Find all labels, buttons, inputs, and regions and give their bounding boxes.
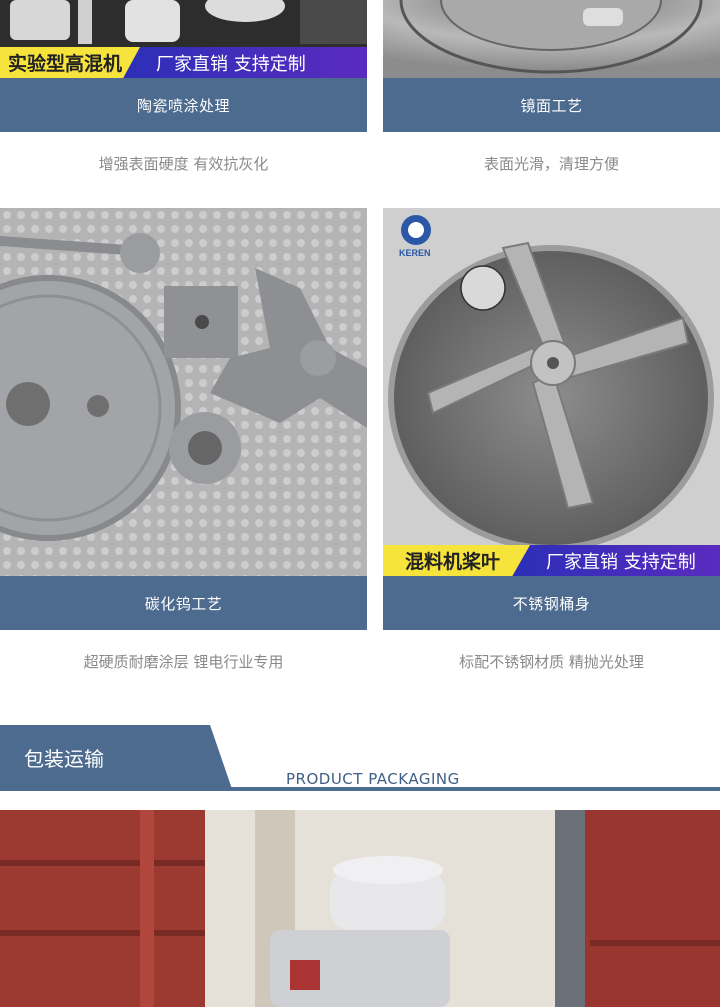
promo-banner: 实验型高混机 厂家直销 支持定制 [0,47,367,78]
mirror-tank-image [383,0,720,78]
product-card-mirror: 镜面工艺 表面光滑，清理方便 [383,0,720,194]
card-description: 表面光滑，清理方便 [483,154,619,173]
card-description: 超硬质耐磨涂层 锂电行业专用 [83,652,284,671]
section-title-en: PRODUCT PACKAGING [286,770,460,788]
card-title: 碳化钨工艺 [0,576,367,630]
banner-product-name: 混料机桨叶 [383,545,531,576]
promo-banner: 混料机桨叶 厂家直销 支持定制 [383,545,720,576]
mixer-blade-image: KEREN [383,208,720,576]
truck-loading-image [0,810,720,1007]
card-title: 陶瓷喷涂处理 [0,78,367,132]
banner-slogan: 厂家直销 支持定制 [512,545,720,576]
stainless-photo: KEREN 混料机桨叶 厂家直销 支持定制 [383,208,720,576]
section-title-cn: 包装运输 [0,725,232,789]
card-description: 增强表面硬度 有效抗灰化 [98,154,269,173]
product-card-ceramic: 实验型高混机 厂家直销 支持定制 陶瓷喷涂处理 增强表面硬度 有效抗灰化 [0,0,367,194]
banner-product-name: 实验型高混机 [0,47,141,78]
banner-slogan: 厂家直销 支持定制 [122,47,367,78]
ceramic-photo: 实验型高混机 厂家直销 支持定制 [0,0,367,78]
tungsten-parts-image [0,208,367,576]
section-header-packaging: 包装运输 PRODUCT PACKAGING [0,725,720,793]
card-title: 镜面工艺 [383,78,720,132]
product-card-tungsten: 碳化钨工艺 超硬质耐磨涂层 锂电行业专用 [0,208,367,692]
tungsten-photo [0,208,367,576]
card-description: 标配不锈钢材质 精抛光处理 [459,652,644,671]
packaging-photo [0,810,720,1007]
card-title: 不锈钢桶身 [383,576,720,630]
product-card-stainless: KEREN 混料机桨叶 厂家直销 支持定制 不锈钢桶身 标配不锈钢材质 精抛光处… [383,208,720,692]
keren-logo-text: KEREN [399,248,431,258]
mirror-photo [383,0,720,78]
